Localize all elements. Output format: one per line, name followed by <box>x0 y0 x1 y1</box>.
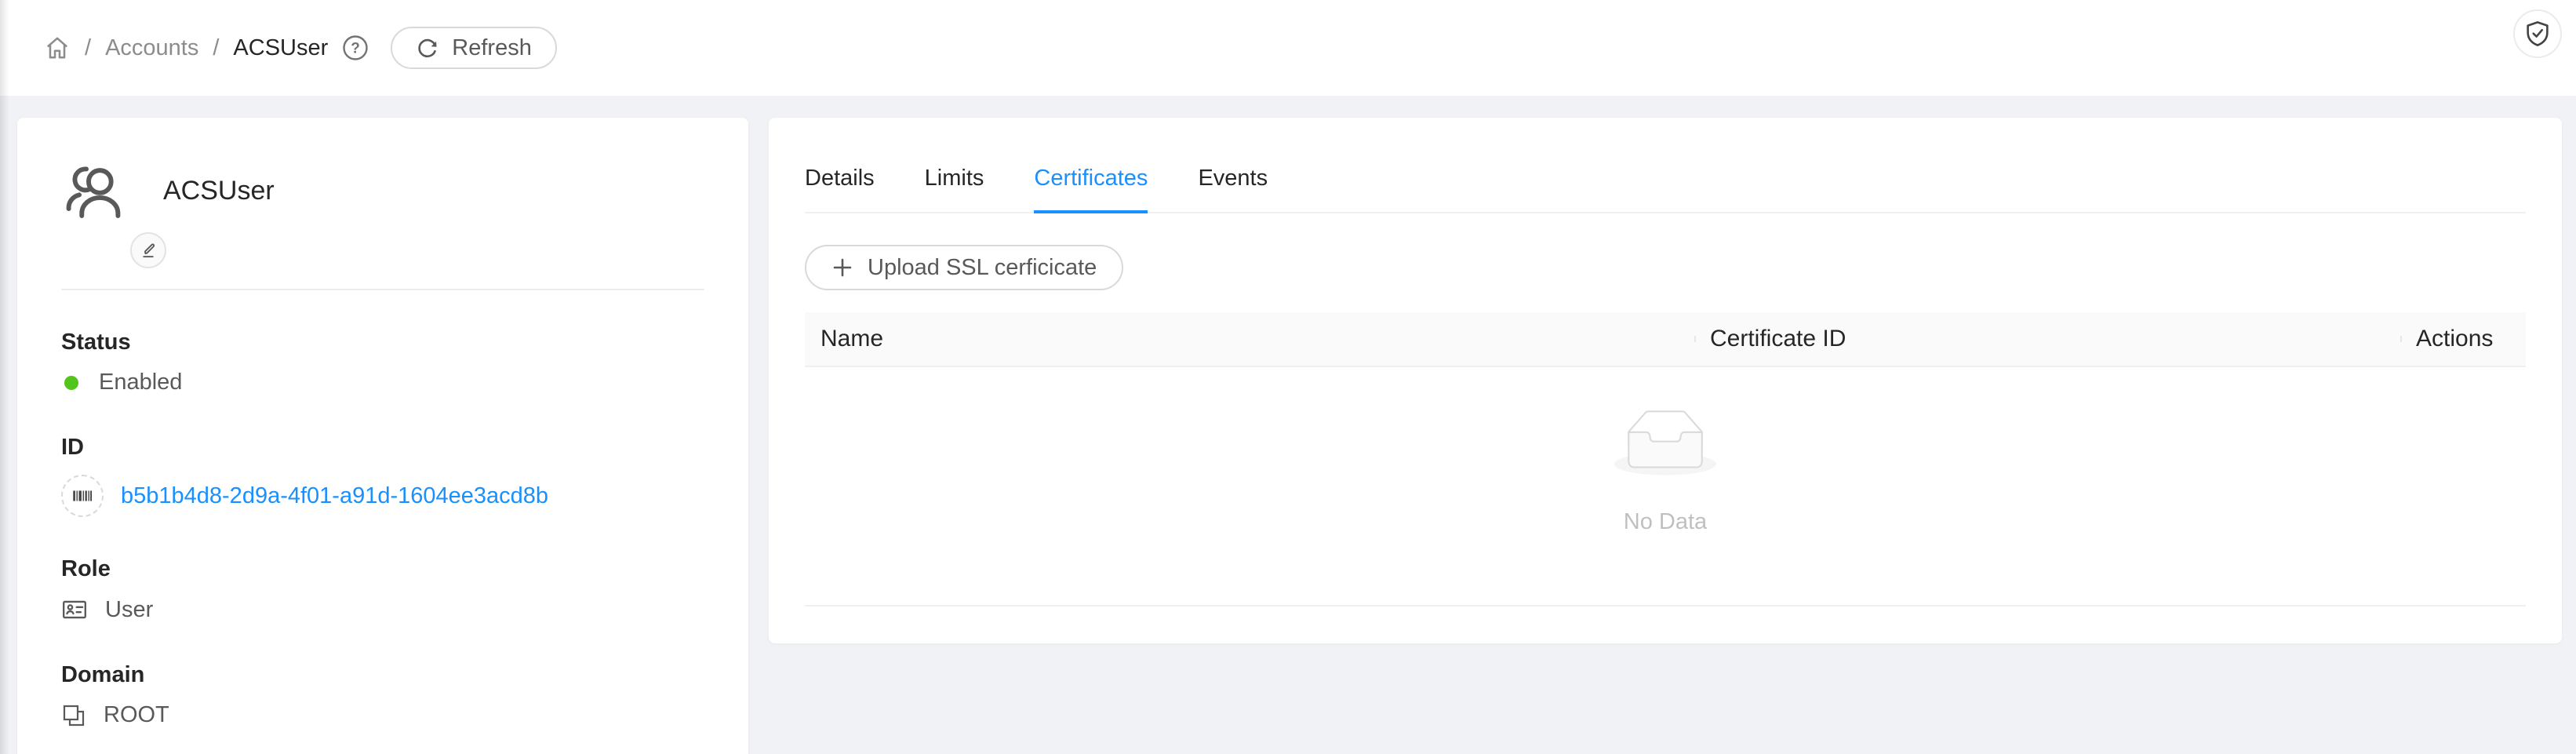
role-label: Role <box>61 556 704 582</box>
home-icon[interactable] <box>44 35 71 61</box>
plus-icon <box>831 257 853 279</box>
status-value: Enabled <box>99 370 182 395</box>
breadcrumb-item-current: ACSUser <box>233 35 328 61</box>
id-label: ID <box>61 435 704 461</box>
account-info-card: ACSUser Status Enabled ID <box>17 118 748 754</box>
status-dot-icon <box>64 376 78 390</box>
sidebar-edge-shadow <box>0 0 9 754</box>
column-header-actions: Actions <box>2400 326 2524 352</box>
block-icon <box>61 703 86 728</box>
barcode-icon <box>61 475 104 517</box>
tab-certificates[interactable]: Certificates <box>1034 154 1148 212</box>
column-header-name: Name <box>805 326 1694 352</box>
card-divider <box>61 289 704 290</box>
empty-box-icon <box>1614 410 1716 479</box>
upload-ssl-certificate-label: Upload SSL cerficicate <box>868 255 1097 281</box>
domain-value-row: ROOT <box>61 702 704 728</box>
tab-limits[interactable]: Limits <box>925 154 984 212</box>
empty-state: No Data <box>805 367 2526 606</box>
idcard-icon <box>61 596 88 623</box>
account-detail-card: Details Limits Certificates Events Uploa… <box>769 118 2562 643</box>
status-label: Status <box>61 330 704 355</box>
empty-state-text: No Data <box>1624 509 1707 535</box>
refresh-button[interactable]: Refresh <box>391 27 557 69</box>
question-circle-icon[interactable]: ? <box>340 33 370 63</box>
certificates-table: Name Certificate ID Actions No Data <box>805 312 2526 606</box>
shield-check-icon <box>2523 20 2552 48</box>
role-value: User <box>105 597 153 623</box>
column-header-certificate-id: Certificate ID <box>1694 326 2400 352</box>
tab-details[interactable]: Details <box>805 154 875 212</box>
project-shield-button[interactable] <box>2513 9 2562 58</box>
status-value-row: Enabled <box>61 370 704 395</box>
account-id-link[interactable]: b5b1b4d8-2d9a-4f01-a91d-1604ee3acd8b <box>121 483 548 509</box>
refresh-button-label: Refresh <box>452 35 532 61</box>
account-name: ACSUser <box>163 176 275 206</box>
domain-value: ROOT <box>104 702 169 728</box>
tab-bar: Details Limits Certificates Events <box>805 154 2526 213</box>
breadcrumb-separator: / <box>213 35 219 61</box>
table-header-row: Name Certificate ID Actions <box>805 312 2526 367</box>
breadcrumb: / Accounts / ACSUser ? Refresh <box>44 27 557 69</box>
breadcrumb-separator: / <box>85 35 91 61</box>
top-header-bar: / Accounts / ACSUser ? Refresh <box>0 0 2576 96</box>
tab-events[interactable]: Events <box>1198 154 1268 212</box>
role-value-row: User <box>61 596 704 623</box>
upload-ssl-certificate-button[interactable]: Upload SSL cerficicate <box>805 245 1123 290</box>
account-header: ACSUser <box>61 158 704 223</box>
domain-label: Domain <box>61 662 704 688</box>
reload-icon <box>416 36 439 60</box>
id-value-row: b5b1b4d8-2d9a-4f01-a91d-1604ee3acd8b <box>61 475 704 517</box>
edit-button[interactable] <box>130 232 166 268</box>
svg-text:?: ? <box>351 41 360 57</box>
team-icon <box>61 158 126 223</box>
breadcrumb-item-accounts[interactable]: Accounts <box>105 35 198 61</box>
edit-icon <box>138 240 158 260</box>
